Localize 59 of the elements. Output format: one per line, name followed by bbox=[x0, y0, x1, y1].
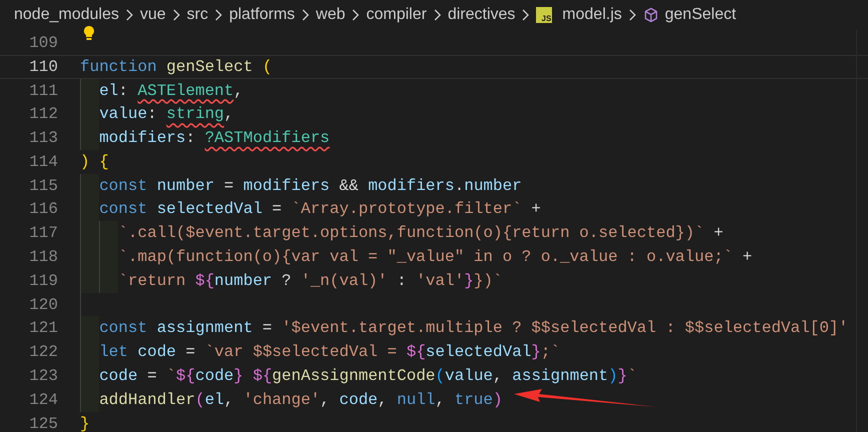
line-number: 115 bbox=[28, 176, 58, 197]
code-line: `return ${number ? '_n(val)' : 'val'}})` bbox=[118, 270, 503, 292]
code-line: modifiers: ?ASTModifiers bbox=[99, 128, 330, 150]
lightbulb-icon[interactable] bbox=[82, 25, 96, 41]
chevron-icon bbox=[300, 9, 310, 21]
chevron-icon bbox=[521, 9, 530, 21]
breadcrumb-item[interactable]: directives bbox=[448, 3, 516, 27]
line-number: 122 bbox=[28, 342, 58, 364]
line-number: 111 bbox=[28, 80, 58, 102]
line-number: 125 bbox=[28, 414, 58, 432]
breadcrumb-item[interactable]: src bbox=[186, 3, 208, 27]
breadcrumb-item[interactable]: compiler bbox=[366, 3, 427, 27]
line-number: 117 bbox=[28, 223, 58, 244]
indent-guide bbox=[80, 174, 100, 198]
chevron-icon bbox=[351, 9, 360, 21]
line-number: 116 bbox=[28, 199, 58, 220]
chevron-icon bbox=[172, 9, 181, 21]
line-number: 113 bbox=[28, 128, 58, 150]
code-line: `.map(function(o){var val = "_value" in o ? o._value : o.value;` + bbox=[118, 247, 752, 268]
code-line: const assignment = '$event.target.multiple ? $$selectedVal : $$selectedVal[0]' bbox=[99, 318, 848, 340]
breadcrumb-item[interactable]: platforms bbox=[229, 3, 295, 27]
code-line: const selectedVal = `Array.prototype.filter` + bbox=[99, 199, 541, 220]
breadcrumb-item[interactable]: genSelect bbox=[664, 3, 736, 27]
js-file-icon: JS bbox=[536, 7, 552, 23]
line-number: 110 bbox=[28, 56, 58, 78]
line-number: 118 bbox=[28, 247, 58, 268]
breadcrumb-item[interactable]: web bbox=[316, 3, 346, 27]
indent-guide bbox=[80, 268, 100, 293]
line-number: 123 bbox=[28, 366, 58, 388]
indent-guide bbox=[80, 388, 100, 412]
indent-guide bbox=[99, 268, 118, 293]
code-line: `.call($event.target.options,function(o){return o.selected})` + bbox=[118, 223, 724, 244]
indent-guide bbox=[99, 221, 118, 246]
code-line: let code = `var $$selectedVal = ${selectedVal};` bbox=[99, 342, 560, 364]
code-line: ) { bbox=[80, 152, 109, 173]
chevron-icon bbox=[628, 9, 637, 21]
code-line: code = `${code} ${genAssignmentCode(value, assignment)}` bbox=[99, 366, 637, 388]
breadcrumb-item[interactable]: node_modules bbox=[14, 3, 119, 27]
cube-icon bbox=[642, 7, 659, 23]
line-number: 124 bbox=[28, 390, 58, 411]
line-number: 120 bbox=[28, 294, 58, 316]
chevron-icon bbox=[124, 9, 134, 21]
code-line: const number = modifiers && modifiers.number bbox=[99, 176, 522, 197]
indent-guide bbox=[80, 316, 100, 340]
breadcrumb-item[interactable]: model.js bbox=[562, 3, 622, 27]
code-line: value: string, bbox=[99, 104, 234, 126]
code-line: function genSelect ( bbox=[80, 56, 272, 78]
line-number: 119 bbox=[28, 270, 58, 292]
line-number: 121 bbox=[28, 318, 58, 340]
code-line: el: ASTElement, bbox=[99, 80, 244, 102]
breadcrumb-item[interactable]: vue bbox=[140, 3, 166, 27]
code-line: } bbox=[80, 414, 90, 432]
code-line: addHandler(el, 'change', code, null, true) bbox=[99, 390, 502, 411]
line-number: 112 bbox=[28, 104, 58, 126]
chevron-icon bbox=[214, 9, 224, 21]
indent-guide bbox=[80, 126, 100, 150]
line-number: 109 bbox=[28, 32, 58, 54]
line-number: 114 bbox=[28, 152, 58, 173]
chevron-icon bbox=[432, 9, 442, 21]
